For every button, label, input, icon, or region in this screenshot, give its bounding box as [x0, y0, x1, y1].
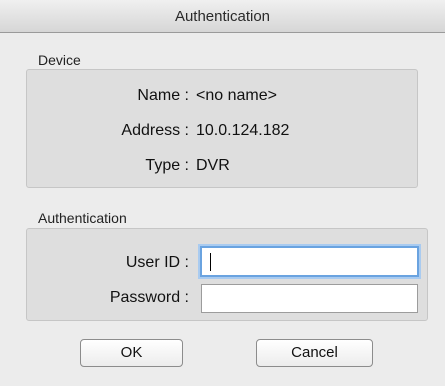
user-id-input[interactable]	[200, 246, 419, 277]
device-group: Name : <no name> Address : 10.0.124.182 …	[26, 69, 418, 188]
password-input[interactable]	[201, 284, 418, 313]
authentication-group: User ID : Password :	[26, 228, 428, 321]
device-section-label: Device	[38, 52, 81, 68]
authentication-section-label: Authentication	[38, 210, 127, 226]
type-label: Type :	[145, 157, 189, 174]
authentication-dialog: Authentication Device Name : <no name> A…	[0, 0, 445, 386]
cancel-button[interactable]: Cancel	[256, 339, 373, 367]
user-id-label: User ID :	[125, 254, 189, 271]
type-value: DVR	[196, 157, 230, 174]
title-bar[interactable]: Authentication	[0, 0, 445, 33]
password-label: Password :	[109, 289, 189, 306]
name-value: <no name>	[196, 87, 277, 104]
ok-button[interactable]: OK	[80, 339, 183, 367]
text-caret	[210, 253, 211, 271]
address-value: 10.0.124.182	[196, 122, 290, 139]
address-label: Address :	[121, 122, 189, 139]
name-label: Name :	[137, 87, 189, 104]
window-title: Authentication	[174, 8, 271, 25]
